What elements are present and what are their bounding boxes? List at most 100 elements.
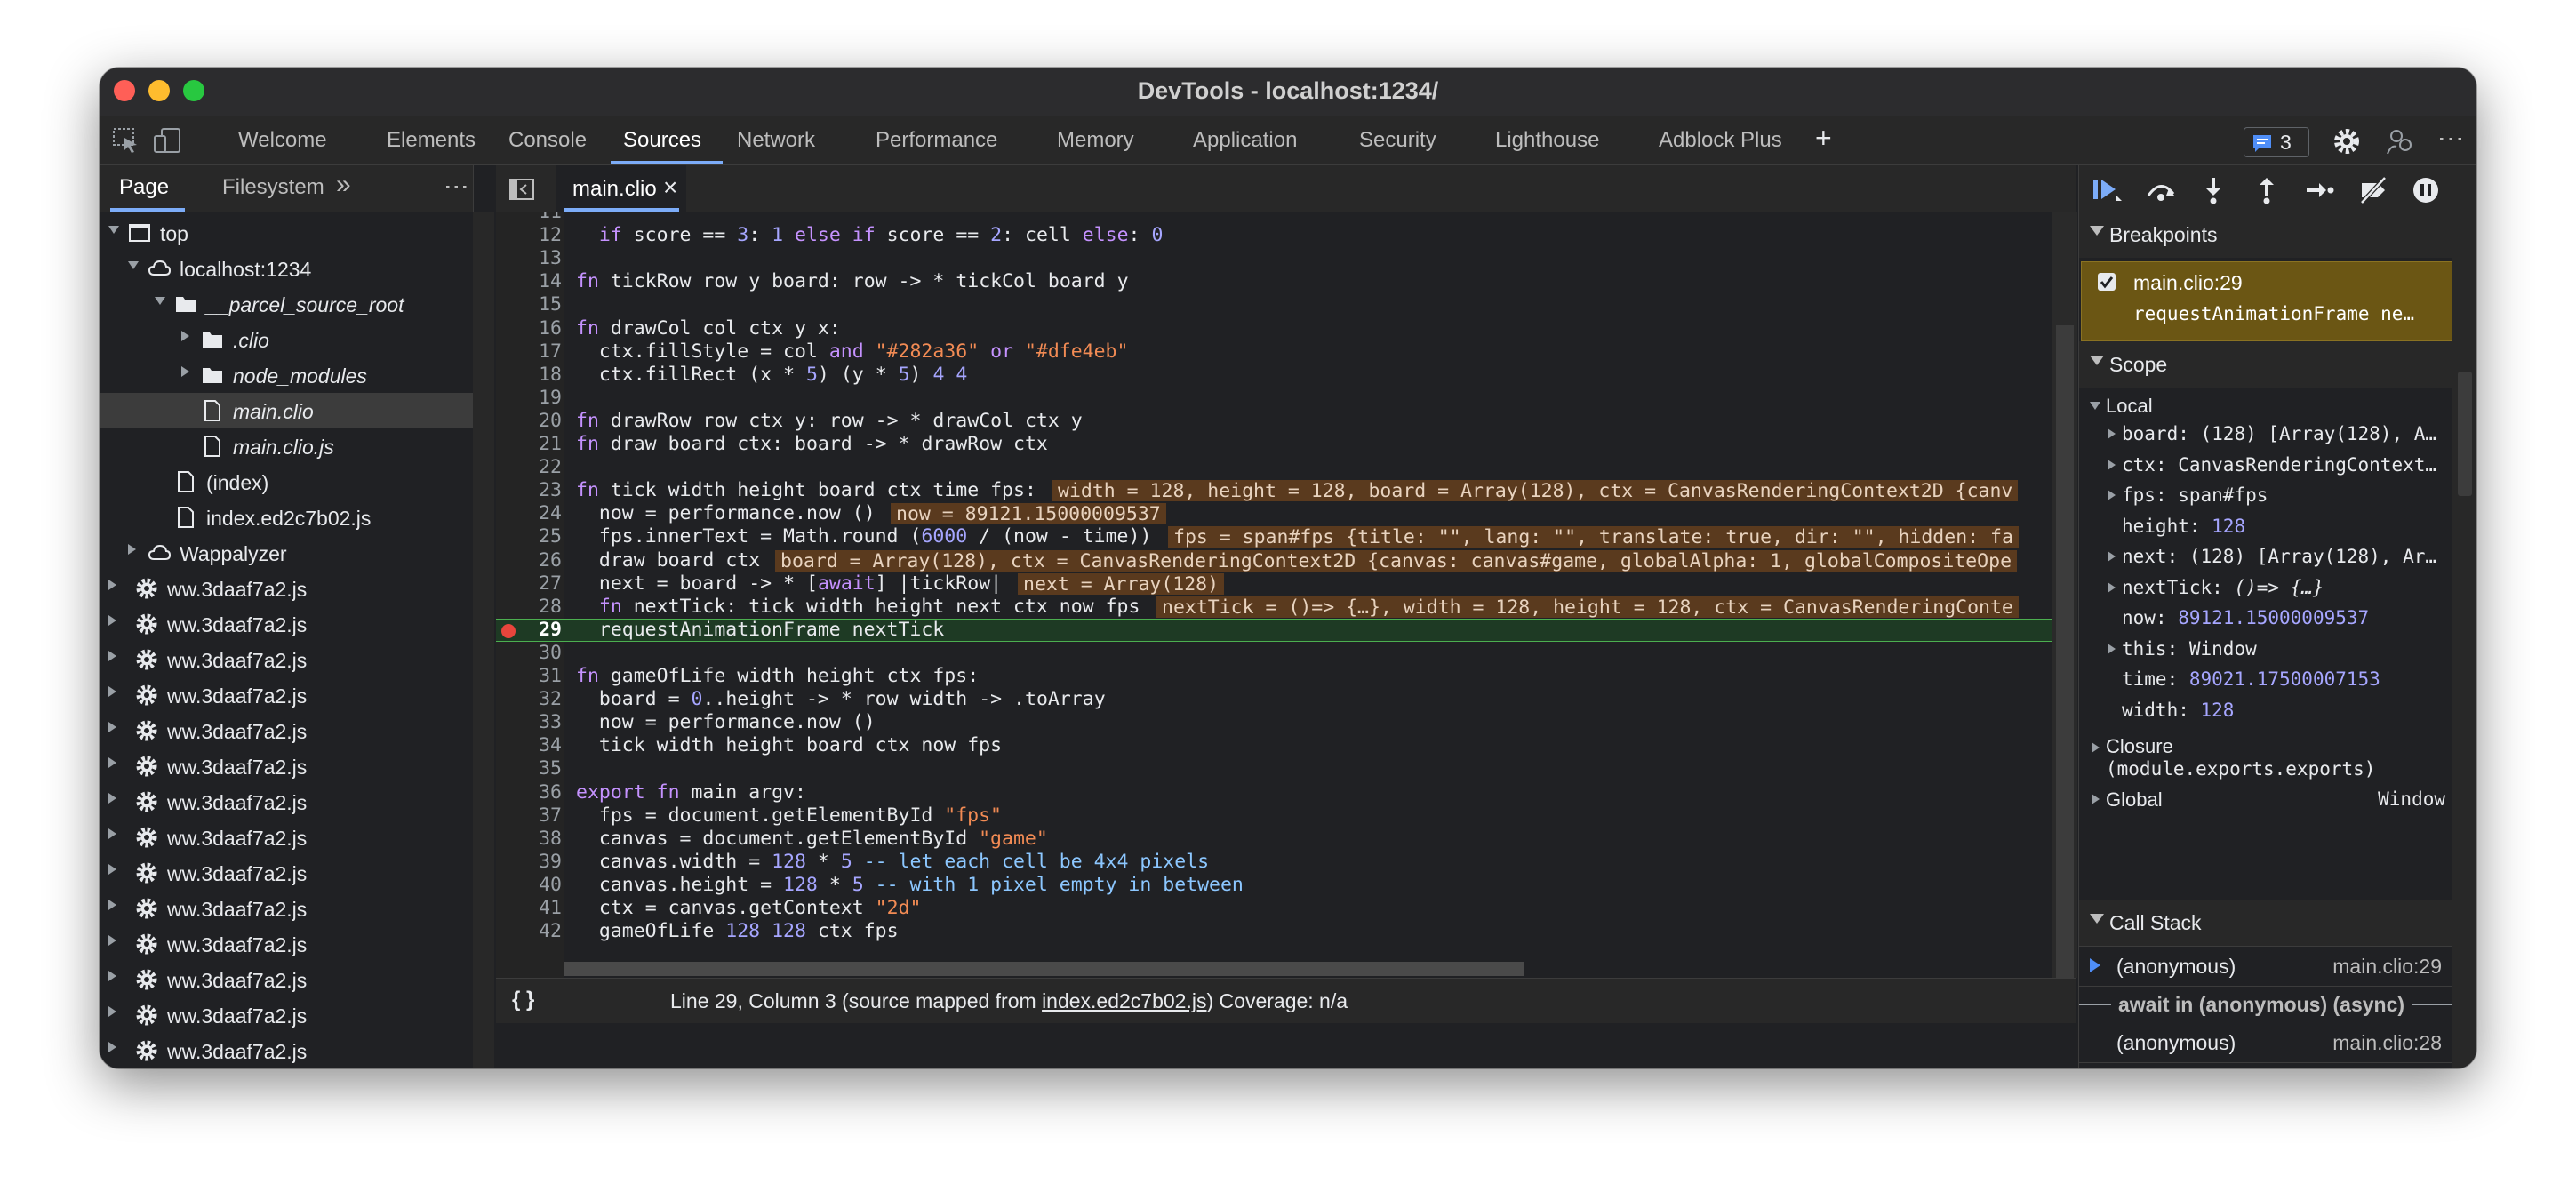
line-number[interactable]: 25 — [496, 525, 562, 548]
scope-variable[interactable]: height: 128 — [2079, 512, 2452, 540]
line-number[interactable]: 27 — [496, 572, 562, 596]
more-options-button[interactable]: ⋮ — [2436, 126, 2467, 153]
chevron-right-icon[interactable] — [108, 580, 116, 590]
tab-memory[interactable]: Memory — [1057, 128, 1134, 153]
code-line[interactable]: 16fn drawCol col ctx y x:fn drawCol col … — [496, 317, 2052, 340]
issues-badge[interactable]: 3 — [2244, 127, 2309, 157]
chevron-right-icon[interactable] — [108, 757, 116, 768]
line-number[interactable]: 40 — [496, 874, 562, 897]
pause-on-exceptions-icon[interactable] — [2412, 176, 2442, 204]
line-number[interactable]: 13 — [496, 247, 562, 270]
code-line[interactable]: 32 board = 0..height -> * row width -> .… — [496, 688, 2052, 711]
chevron-right-icon[interactable] — [108, 722, 116, 732]
line-number[interactable]: 38 — [496, 828, 562, 851]
line-number[interactable]: 17 — [496, 340, 562, 364]
vertical-scrollbar[interactable] — [2052, 212, 2077, 978]
tree-item[interactable]: ww.3daaf7a2.js — [100, 784, 473, 820]
line-number[interactable]: 21 — [496, 433, 562, 456]
tab-network[interactable]: Network — [737, 128, 815, 153]
chevron-right-icon[interactable] — [108, 828, 116, 839]
code-line[interactable]: 17 ctx.fillStyle = col and "#282a36" or … — [496, 340, 2052, 364]
tree-item[interactable]: ww.3daaf7a2.js — [100, 997, 473, 1033]
source-map-link[interactable]: index.ed2c7b02.js — [1042, 989, 1206, 1012]
tab-adblock-plus[interactable]: Adblock Plus — [1659, 128, 1782, 153]
call-frame[interactable]: (anonymous) main.clio:29 — [2079, 946, 2452, 987]
tree-item[interactable]: node_modules — [100, 357, 473, 393]
line-number[interactable]: 24 — [496, 502, 562, 525]
scope-variable[interactable]: width: 128 — [2079, 696, 2452, 724]
tree-item[interactable]: ww.3daaf7a2.js — [100, 713, 473, 748]
code-line[interactable]: 19 — [496, 387, 2052, 410]
code-line[interactable]: 28 fn nextTick: tick width height next c… — [496, 596, 2052, 619]
chevron-right-icon[interactable] — [2108, 643, 2116, 654]
scope-local[interactable]: Local — [2079, 391, 2452, 420]
line-number[interactable]: 12 — [496, 224, 562, 247]
code-line[interactable]: 20 fn drawRow row ctx y: row -> * drawCol… — [496, 410, 2052, 433]
chevron-right-icon[interactable] — [108, 864, 116, 875]
chevron-right-icon[interactable] — [2108, 581, 2116, 593]
code-view[interactable]: 11 12 if score == 3: 1 else if score == 2… — [496, 212, 2052, 978]
line-number[interactable]: 42 — [496, 920, 562, 943]
code-line[interactable]: 41 ctx = canvas.getContext "2d" ctx = ca… — [496, 897, 2052, 920]
tab-performance[interactable]: Performance — [876, 128, 997, 153]
debugger-scrollbar[interactable] — [2452, 212, 2476, 1068]
tree-item[interactable]: ww.3daaf7a2.js — [100, 606, 473, 642]
toggle-navigator-icon[interactable] — [508, 178, 535, 201]
tab-security[interactable]: Security — [1359, 128, 1436, 153]
tree-item[interactable]: ww.3daaf7a2.js — [100, 855, 473, 891]
scope-variable[interactable]: now: 89121.15000009537 — [2079, 604, 2452, 632]
horizontal-scrollbar[interactable] — [564, 958, 2052, 978]
code-line[interactable]: 30 — [496, 642, 2052, 665]
breakpoints-section-header[interactable]: Breakpoints — [2079, 212, 2452, 259]
chevron-right-icon[interactable] — [2108, 459, 2116, 470]
chevron-right-icon[interactable] — [108, 651, 116, 661]
tree-item[interactable]: index.ed2c7b02.js — [100, 500, 473, 535]
breakpoint-item[interactable]: main.clio:29 requestAnimationFrame ne… — [2081, 261, 2454, 341]
scope-variable[interactable]: nextTick: ()=> {…} — [2079, 573, 2452, 602]
chevron-right-icon[interactable] — [181, 366, 189, 377]
code-line[interactable]: 27 next = board -> * [await] |tickRow| n… — [496, 572, 2052, 596]
code-line[interactable]: 13 — [496, 247, 2052, 270]
tree-item[interactable]: localhost:1234 — [100, 251, 473, 286]
tree-item[interactable]: main.clio.js — [100, 428, 473, 464]
code-line[interactable]: 24 now = performance.now () now = perfor… — [496, 502, 2052, 525]
chevron-right-icon[interactable] — [108, 1042, 116, 1052]
horizontal-scroll-thumb[interactable] — [564, 962, 1524, 976]
scope-variable[interactable]: ctx: CanvasRenderingContext… — [2079, 451, 2452, 479]
line-number[interactable]: 18 — [496, 364, 562, 387]
call-frame[interactable]: (anonymous) main.clio:28 — [2079, 1022, 2452, 1063]
code-line[interactable]: 40 canvas.height = 128 * 5 -- with 1 pix… — [496, 874, 2052, 897]
chevron-right-icon[interactable] — [2108, 551, 2116, 562]
line-number[interactable]: 20 — [496, 410, 562, 433]
line-number[interactable]: 33 — [496, 711, 562, 734]
navigator-menu-button[interactable]: ⋮ — [443, 175, 472, 200]
tree-item[interactable]: ww.3daaf7a2.js — [100, 1033, 473, 1068]
code-line[interactable]: 35 — [496, 757, 2052, 780]
line-number[interactable]: 26 — [496, 549, 562, 572]
resume-icon[interactable] — [2092, 178, 2124, 203]
scope-section-header[interactable]: Scope — [2079, 341, 2452, 388]
chevron-right-icon[interactable] — [108, 971, 116, 981]
code-line[interactable]: 26 draw board ctx draw board ctxboard = … — [496, 549, 2052, 572]
gear-icon[interactable] — [2332, 127, 2361, 156]
tab-elements[interactable]: Elements — [387, 128, 476, 153]
tab-page[interactable]: Page — [119, 175, 169, 200]
chevron-right-icon[interactable] — [181, 331, 189, 341]
deactivate-breakpoints-icon[interactable] — [2358, 176, 2388, 204]
step-out-icon[interactable] — [2253, 176, 2280, 204]
tab-filesystem[interactable]: Filesystem — [222, 175, 324, 200]
tree-item[interactable]: Wappalyzer — [100, 535, 473, 571]
tree-item[interactable]: __parcel_source_root — [100, 286, 473, 322]
scope-variable[interactable]: this: Window — [2079, 635, 2452, 663]
tab-welcome[interactable]: Welcome — [238, 128, 327, 153]
chevron-right-icon[interactable] — [108, 900, 116, 910]
file-tab[interactable]: main.clio × — [556, 165, 686, 212]
step-icon[interactable] — [2305, 178, 2335, 203]
code-line[interactable]: 39 canvas.width = 128 * 5 -- let each ce… — [496, 851, 2052, 874]
tree-item[interactable]: ww.3daaf7a2.js — [100, 748, 473, 784]
scope-variable[interactable]: time: 89021.17500007153 — [2079, 665, 2452, 693]
line-number[interactable]: 19 — [496, 387, 562, 410]
tree-item[interactable]: ww.3daaf7a2.js — [100, 926, 473, 962]
code-line[interactable]: 23 fn tick width height board ctx time fp… — [496, 479, 2052, 502]
tab-sources[interactable]: Sources — [623, 128, 701, 153]
